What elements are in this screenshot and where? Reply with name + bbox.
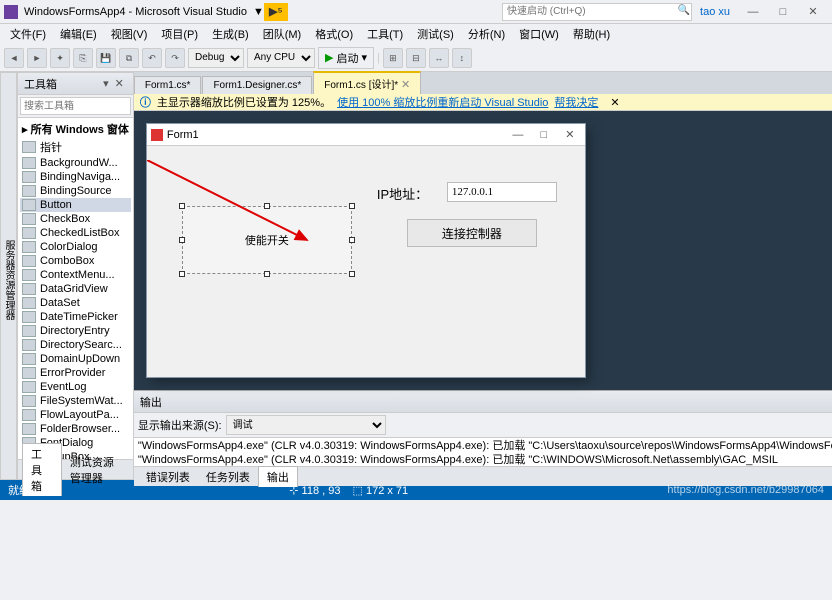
nav-fwd-button[interactable]: ► <box>27 48 47 68</box>
infobar-close[interactable]: ✕ <box>610 96 619 109</box>
menu-item[interactable]: 分析(N) <box>462 25 511 43</box>
toolbox-item[interactable]: ErrorProvider <box>20 366 131 380</box>
doc-tabs: Form1.cs*Form1.Designer.cs*Form1.cs [设计]… <box>134 72 832 94</box>
toolbox-item[interactable]: DateTimePicker <box>20 310 131 324</box>
menu-item[interactable]: 视图(V) <box>105 25 154 43</box>
toolbox-item[interactable]: CheckedListBox <box>20 226 131 240</box>
toolbox-item[interactable]: FlowLayoutPa... <box>20 408 131 422</box>
app-title: WindowsFormsApp4 - Microsoft Visual Stud… <box>24 6 247 18</box>
menu-item[interactable]: 编辑(E) <box>54 25 103 43</box>
preview-flag[interactable]: ▶⁵ <box>264 3 288 21</box>
new-button[interactable]: ✦ <box>50 48 70 68</box>
output-source-select[interactable]: 调试 <box>226 415 386 435</box>
undo-button[interactable]: ↶ <box>142 48 162 68</box>
toolbox-item[interactable]: BindingNaviga... <box>20 170 131 184</box>
redo-button[interactable]: ↷ <box>165 48 185 68</box>
align-button[interactable]: ⊞ <box>383 48 403 68</box>
toolbox-item[interactable]: ColorDialog <box>20 240 131 254</box>
toolbox-item[interactable]: EventLog <box>20 380 131 394</box>
close-button[interactable]: ✕ <box>798 3 828 20</box>
form-close[interactable]: ✕ <box>559 128 581 141</box>
quick-launch-input[interactable] <box>502 3 692 21</box>
form-max[interactable]: □ <box>533 129 555 141</box>
nav-back-button[interactable]: ◄ <box>4 48 24 68</box>
menubar: 文件(F)编辑(E)视图(V)项目(P)生成(B)团队(M)格式(O)工具(T)… <box>0 24 832 44</box>
menu-item[interactable]: 文件(F) <box>4 25 52 43</box>
menu-item[interactable]: 格式(O) <box>309 25 359 43</box>
test-explorer-tab[interactable]: 测试资源管理器 <box>62 452 129 488</box>
ip-label: IP地址： <box>377 184 428 203</box>
output-panel: 输出▾✕ 显示输出来源(S): 调试 "WindowsFormsApp4.exe… <box>134 390 832 486</box>
toolbox-item[interactable]: DomainUpDown <box>20 352 131 366</box>
doc-tab[interactable]: Form1.cs* <box>134 76 202 94</box>
align2-button[interactable]: ⊟ <box>406 48 426 68</box>
ip-input[interactable] <box>447 182 557 202</box>
connect-button[interactable]: 连接控制器 <box>407 219 537 247</box>
doc-tab[interactable]: Form1.Designer.cs* <box>202 76 312 94</box>
platform-select[interactable]: Any CPU <box>247 48 315 68</box>
toolbox-header: 工具箱▾✕ <box>18 73 133 95</box>
toolbox-item[interactable]: DirectorySearc... <box>20 338 131 352</box>
menu-item[interactable]: 团队(M) <box>257 25 308 43</box>
open-button[interactable]: ⎘ <box>73 48 93 68</box>
vs-icon <box>4 5 18 19</box>
menu-item[interactable]: 窗口(W) <box>513 25 565 43</box>
toolbox-search[interactable] <box>20 97 131 115</box>
start-button[interactable]: ▶启动▾ <box>318 47 374 69</box>
menu-item[interactable]: 项目(P) <box>155 25 204 43</box>
toolbox-item[interactable]: FolderBrowser... <box>20 422 131 436</box>
toolbox-item[interactable]: DirectoryEntry <box>20 324 131 338</box>
spac2-button[interactable]: ↕ <box>452 48 472 68</box>
config-select[interactable]: Debug <box>188 48 244 68</box>
toolbox-item[interactable]: FileSystemWat... <box>20 394 131 408</box>
toolbox-item[interactable]: Button <box>20 198 131 212</box>
output-tab[interactable]: 错误列表 <box>138 467 198 487</box>
menu-item[interactable]: 测试(S) <box>411 25 460 43</box>
form-min[interactable]: — <box>507 129 529 141</box>
close-icon[interactable]: ✕ <box>112 77 127 90</box>
toolbox-tree: ▸ 所有 Windows 窗体指针BackgroundW...BindingNa… <box>18 118 133 459</box>
titlebar: WindowsFormsApp4 - Microsoft Visual Stud… <box>0 0 832 24</box>
output-body[interactable]: "WindowsFormsApp4.exe" (CLR v4.0.30319: … <box>134 438 832 466</box>
toolbox-item[interactable]: BindingSource <box>20 184 131 198</box>
status-ready: 就绪 <box>8 482 30 498</box>
saveall-button[interactable]: ⧉ <box>119 48 139 68</box>
search-icon: 🔍 <box>678 5 690 16</box>
server-explorer-tab[interactable]: 服务器资源管理器 <box>0 72 17 480</box>
user-label[interactable]: tao xu <box>692 6 738 18</box>
spac1-button[interactable]: ↔ <box>429 48 449 68</box>
doc-tab[interactable]: Form1.cs [设计]* ✕ <box>313 71 421 94</box>
toolbox-item[interactable]: DataSet <box>20 296 131 310</box>
maximize-button[interactable]: □ <box>768 4 798 20</box>
toolbox-item[interactable]: DataGridView <box>20 282 131 296</box>
menu-item[interactable]: 工具(T) <box>361 25 409 43</box>
output-tab[interactable]: 任务列表 <box>198 467 258 487</box>
scaling-infobar: ⓘ 主显示器缩放比例已设置为 125%。 使用 100% 缩放比例重新启动 Vi… <box>134 94 832 111</box>
form-icon <box>151 129 163 141</box>
help-link[interactable]: 帮我决定 <box>554 94 598 110</box>
watermark-url: https://blog.csdn.net/b29987064 <box>667 484 824 496</box>
toolbox-item[interactable]: ComboBox <box>20 254 131 268</box>
menu-item[interactable]: 生成(B) <box>206 25 255 43</box>
designer-surface[interactable]: Form1—□✕ IP地址： 连接控制器 使能开关 <box>134 111 832 390</box>
toolbox-panel: 工具箱▾✕ ▸ 所有 Windows 窗体指针BackgroundW...Bin… <box>17 72 134 480</box>
save-button[interactable]: 💾 <box>96 48 116 68</box>
info-icon: ⓘ <box>140 94 151 110</box>
minimize-button[interactable]: — <box>738 4 768 20</box>
toolbox-item[interactable]: ContextMenu... <box>20 268 131 282</box>
toolbox-item[interactable]: CheckBox <box>20 212 131 226</box>
form-window[interactable]: Form1—□✕ IP地址： 连接控制器 使能开关 <box>146 123 586 378</box>
toolbar: ◄ ► ✦ ⎘ 💾 ⧉ ↶ ↷ Debug Any CPU ▶启动▾ | ⊞ ⊟… <box>0 44 832 72</box>
toolbox-item[interactable]: 指针 <box>20 138 131 156</box>
drive-switch-control[interactable]: 使能开关 <box>182 206 352 274</box>
pin-icon[interactable]: ▾ <box>100 77 112 90</box>
menu-item[interactable]: 帮助(H) <box>567 25 616 43</box>
restart-link[interactable]: 使用 100% 缩放比例重新启动 Visual Studio <box>337 94 548 110</box>
toolbox-item[interactable]: BackgroundW... <box>20 156 131 170</box>
